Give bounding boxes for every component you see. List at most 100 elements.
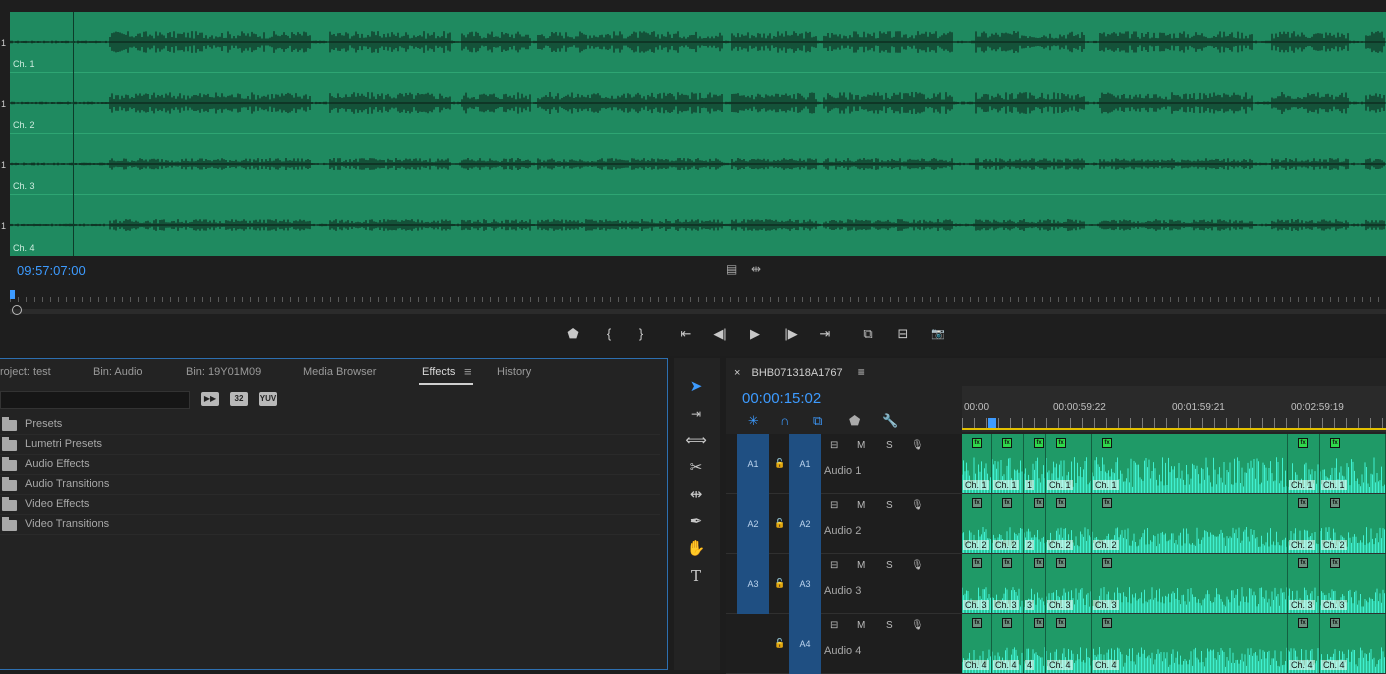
audio-clip[interactable]: fx 1 <box>1024 434 1046 493</box>
export-frame-icon[interactable]: 📷 <box>928 324 948 344</box>
audio-clip[interactable]: fx Ch. 2 <box>962 494 992 553</box>
fx-badge-icon[interactable]: fx <box>1102 498 1112 508</box>
audio-clip[interactable]: fx Ch. 3 <box>992 554 1024 613</box>
track-lane-a3[interactable]: fx Ch. 3 fx Ch. 3 fx 3 fx Ch. 3 fx Ch. 3 fx Ch. 3 fx… <box>962 554 1386 614</box>
fx-badge-icon[interactable]: fx <box>1034 558 1044 568</box>
mute-button[interactable]: M <box>857 500 865 511</box>
fx-badge-icon[interactable]: fx <box>1034 618 1044 628</box>
audio-clip[interactable]: fx Ch. 2 <box>1092 494 1288 553</box>
fx-badge-icon[interactable]: fx <box>1002 438 1012 448</box>
snap-icon[interactable]: ∩ <box>780 413 789 428</box>
hand-tool-icon[interactable]: ✋ <box>683 538 709 560</box>
microphone-icon[interactable]: 🎙 <box>911 440 924 451</box>
tab-bin-audio[interactable]: Bin: Audio <box>93 366 143 378</box>
tab-bin-19y01m09[interactable]: Bin: 19Y01M09 <box>186 366 261 378</box>
selection-tool-icon[interactable]: ➤ <box>683 376 709 398</box>
audio-clip[interactable]: fx Ch. 3 <box>1288 554 1320 613</box>
step-back-icon[interactable]: ◀| <box>710 324 730 344</box>
fx-badge-icon[interactable]: fx <box>1056 558 1066 568</box>
type-tool-icon[interactable]: T <box>683 565 709 587</box>
audio-clip[interactable]: fx Ch. 4 <box>1092 614 1288 673</box>
32-bit-effects-button[interactable]: 32 <box>230 392 248 406</box>
source-playhead-line[interactable] <box>73 12 74 256</box>
linked-selection-icon[interactable]: ⧉ <box>813 413 822 429</box>
tree-item-presets[interactable]: Presets <box>0 415 660 435</box>
audio-clip[interactable]: fx 3 <box>1024 554 1046 613</box>
fx-badge-icon[interactable]: fx <box>1056 498 1066 508</box>
drag-audio-icon[interactable]: ▤ <box>726 262 737 276</box>
fx-badge-icon[interactable]: fx <box>1298 618 1308 628</box>
audio-clip[interactable]: fx Ch. 1 <box>992 434 1024 493</box>
audio-clip[interactable]: fx Ch. 4 <box>1288 614 1320 673</box>
fx-badge-icon[interactable]: fx <box>1102 558 1112 568</box>
audio-clip[interactable]: fx Ch. 3 <box>1092 554 1288 613</box>
audio-clip[interactable]: fx Ch. 4 <box>1046 614 1092 673</box>
yuv-effects-button[interactable]: YUV <box>259 392 277 406</box>
marker-icon[interactable]: ⬟ <box>563 324 583 344</box>
audio-clip[interactable]: fx Ch. 3 <box>962 554 992 613</box>
fx-badge-icon[interactable]: fx <box>1056 438 1066 448</box>
tab-effects[interactable]: Effects <box>422 366 455 378</box>
play-icon[interactable]: ▶ <box>745 324 765 344</box>
timeline-ruler[interactable]: 00:00 00:00:59:22 00:01:59:21 00:02:59:1… <box>962 386 1386 432</box>
source-waveform-panel[interactable]: Ch. 1 Ch. 2 Ch. 3 Ch. 4 <box>10 12 1386 256</box>
fx-badge-icon[interactable]: fx <box>1330 558 1340 568</box>
solo-button[interactable]: S <box>886 620 893 631</box>
audio-clip[interactable]: fx Ch. 2 <box>992 494 1024 553</box>
zoom-scrollbar[interactable] <box>10 309 1386 314</box>
mute-button[interactable]: M <box>857 440 865 451</box>
lock-icon[interactable]: 🔓 <box>774 578 785 589</box>
tree-item-video-effects[interactable]: Video Effects <box>0 495 660 515</box>
track-select-tool-icon[interactable]: ⇥ <box>683 403 709 425</box>
audio-clip[interactable]: fx Ch. 4 <box>962 614 992 673</box>
slip-tool-icon[interactable]: ⇹ <box>683 484 709 506</box>
insert-icon[interactable]: ⧉ <box>858 324 878 344</box>
source-patch-a1[interactable]: A1 <box>737 434 769 494</box>
source-playhead[interactable] <box>10 290 15 299</box>
audio-clip[interactable]: fx Ch. 2 <box>1288 494 1320 553</box>
lock-icon[interactable]: 🔓 <box>774 518 785 529</box>
tree-item-video-transitions[interactable]: Video Transitions <box>0 515 660 535</box>
fx-badge-icon[interactable]: fx <box>972 618 982 628</box>
lock-icon[interactable]: 🔓 <box>774 458 785 469</box>
track-lane-a1[interactable]: fx Ch. 1 fx Ch. 1 fx 1 fx Ch. 1 fx Ch. 1 fx Ch. 1 fx… <box>962 434 1386 494</box>
fx-badge-icon[interactable]: fx <box>1002 498 1012 508</box>
solo-button[interactable]: S <box>886 560 893 571</box>
track-lane-a2[interactable]: fx Ch. 2 fx Ch. 2 fx 2 fx Ch. 2 fx Ch. 2 fx Ch. 2 fx… <box>962 494 1386 554</box>
fx-badge-icon[interactable]: fx <box>1298 498 1308 508</box>
settings-icon[interactable]: ⇹ <box>751 262 761 276</box>
fx-badge-icon[interactable]: fx <box>1330 498 1340 508</box>
fx-badge-icon[interactable]: fx <box>1330 618 1340 628</box>
fx-badge-icon[interactable]: fx <box>1034 498 1044 508</box>
audio-clip[interactable]: fx Ch. 3 <box>1046 554 1092 613</box>
go-to-in-icon[interactable]: ⇤ <box>676 324 696 344</box>
solo-button[interactable]: S <box>886 440 893 451</box>
panel-menu-icon[interactable]: ≡ <box>464 364 472 379</box>
fx-badge-icon[interactable]: fx <box>1002 558 1012 568</box>
fx-badge-icon[interactable]: fx <box>1102 618 1112 628</box>
track-target-a1[interactable]: A1 <box>789 434 821 494</box>
tab-sequence[interactable]: × BHB071318A1767 ≡ <box>734 365 865 379</box>
lock-icon[interactable]: 🔓 <box>774 638 785 649</box>
fx-badge-icon[interactable]: fx <box>1056 618 1066 628</box>
fx-badge-icon[interactable]: fx <box>972 438 982 448</box>
audio-clip[interactable]: fx Ch. 4 <box>992 614 1024 673</box>
overwrite-icon[interactable]: ⊟ <box>893 324 913 344</box>
fx-badge-icon[interactable]: fx <box>972 498 982 508</box>
close-icon[interactable]: × <box>734 367 740 379</box>
audio-clip[interactable]: fx Ch. 1 <box>1046 434 1092 493</box>
microphone-icon[interactable]: 🎙 <box>911 620 924 631</box>
sync-lock-icon[interactable]: ⊟ <box>830 500 838 511</box>
audio-clip[interactable]: fx 4 <box>1024 614 1046 673</box>
effects-search-input[interactable] <box>0 391 190 409</box>
mark-out-icon[interactable]: } <box>631 324 651 344</box>
audio-clip[interactable]: fx 2 <box>1024 494 1046 553</box>
fx-badge-icon[interactable]: fx <box>1298 558 1308 568</box>
audio-clip[interactable]: fx Ch. 2 <box>1320 494 1386 553</box>
tree-item-audio-effects[interactable]: Audio Effects <box>0 455 660 475</box>
source-patch-a3[interactable]: A3 <box>737 554 769 614</box>
mute-button[interactable]: M <box>857 620 865 631</box>
timeline-timecode[interactable]: 00:00:15:02 <box>742 390 821 407</box>
tab-media-browser[interactable]: Media Browser <box>303 366 376 378</box>
source-patch-a2[interactable]: A2 <box>737 494 769 554</box>
